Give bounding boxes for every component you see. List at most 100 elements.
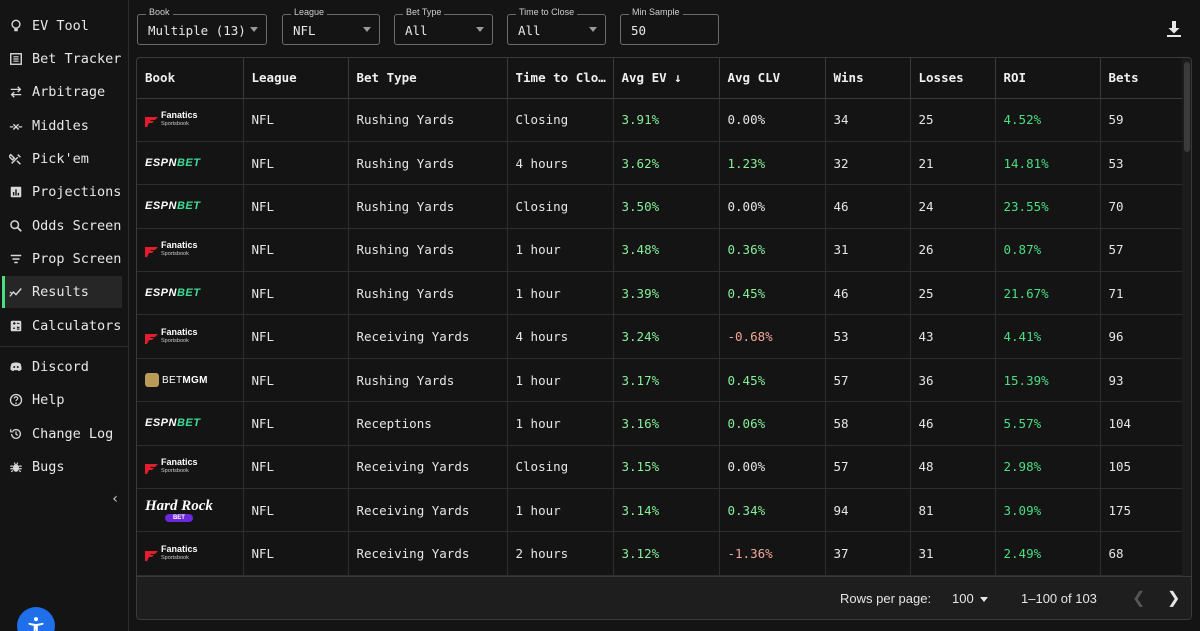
column-header-avg-ev[interactable]: Avg EV ↓	[613, 58, 720, 99]
sidebar-item-calculators[interactable]: Calculators	[2, 310, 122, 342]
wins-cell: 31	[825, 228, 911, 273]
sidebar-item-prop-screen[interactable]: Prop Screen	[2, 243, 122, 275]
sidebar-divider	[0, 346, 128, 347]
bet-type-cell: Rushing Yards	[348, 271, 508, 316]
scrollbar-thumb[interactable]	[1184, 62, 1190, 152]
bet-type-cell: Receiving Yards	[348, 445, 508, 490]
table-row[interactable]: ESPNBET NFL Receptions 1 hour 3.16% 0.06% 58 46…	[137, 401, 1186, 446]
sidebar-item-label: Middles	[32, 118, 89, 134]
book-filter[interactable]: Book Multiple (13)	[137, 7, 267, 45]
calculator-icon	[8, 318, 24, 334]
bug-icon	[8, 459, 24, 475]
book-cell: Hard Rock BET	[137, 488, 244, 533]
avg-clv-cell: 0.00%	[719, 98, 826, 142]
fanatics-logo: Fanatics Sportsbook	[145, 544, 242, 563]
sidebar-item-change-log[interactable]: Change Log	[2, 418, 122, 450]
league-cell: NFL	[243, 445, 349, 490]
table-row[interactable]: Fanatics Sportsbook NFL Rushing Yards Closin…	[137, 98, 1186, 142]
time-to-close-cell: Closing	[507, 445, 614, 490]
sidebar-item-label: EV Tool	[32, 18, 89, 34]
sidebar-item-label: Help	[32, 392, 65, 408]
prev-page-icon[interactable]: ❮	[1132, 588, 1145, 608]
time-to-close-cell: 1 hour	[507, 228, 614, 273]
column-header-time-to-clo[interactable]: Time to Clo…	[507, 58, 614, 99]
download-icon[interactable]	[1166, 20, 1182, 38]
chevron-down-icon[interactable]	[980, 597, 988, 602]
lightbulb-icon	[8, 18, 24, 34]
table-row[interactable]: Fanatics Sportsbook NFL Receiving Yards 4 ho…	[137, 314, 1186, 359]
losses-cell: 43	[910, 314, 996, 359]
column-header-league[interactable]: League	[243, 58, 349, 99]
column-header-roi[interactable]: ROI	[995, 58, 1101, 99]
fanatics-name: Fanatics	[161, 239, 198, 250]
collapse-sidebar-icon[interactable]: ‹	[111, 491, 119, 507]
search-icon	[8, 218, 24, 234]
fanatics-wordmark: Fanatics Sportsbook	[161, 327, 198, 346]
sidebar-item-results[interactable]: Results	[2, 276, 122, 308]
ledger-icon	[8, 51, 24, 67]
min-sample-field[interactable]: Min Sample 50	[620, 7, 719, 45]
sidebar-item-label: Change Log	[32, 426, 114, 442]
avg-clv-cell: 0.45%	[719, 271, 826, 316]
sidebar-item-arbitrage[interactable]: Arbitrage	[2, 76, 122, 108]
table-row[interactable]: ESPNBET NFL Rushing Yards 4 hours 3.62% 1.23%…	[137, 141, 1186, 186]
column-header-bets[interactable]: Bets	[1100, 58, 1186, 99]
wins-cell: 57	[825, 445, 911, 490]
fanatics-logo: Fanatics Sportsbook	[145, 110, 242, 129]
sidebar-item-pick-em[interactable]: Pick'em	[2, 143, 122, 175]
column-header-wins[interactable]: Wins	[825, 58, 911, 99]
column-header-avg-clv[interactable]: Avg CLV	[719, 58, 826, 99]
league-cell: NFL	[243, 141, 349, 186]
column-header-bet-type[interactable]: Bet Type	[348, 58, 508, 99]
bets-cell: 59	[1100, 98, 1186, 142]
sidebar-item-discord[interactable]: Discord	[2, 351, 122, 383]
sidebar-item-help[interactable]: Help	[2, 384, 122, 416]
sidebar-item-label: Pick'em	[32, 151, 89, 167]
sidebar-item-odds-screen[interactable]: Odds Screen	[2, 210, 122, 242]
table-row[interactable]: Hard Rock BET NFL Receiving Yards 1 hour 3.14…	[137, 488, 1186, 533]
avg-clv-cell: -0.68%	[719, 314, 826, 359]
sidebar-item-middles[interactable]: Middles	[2, 110, 122, 142]
table-row[interactable]: ESPNBET NFL Rushing Yards 1 hour 3.39% 0.45% 4…	[137, 271, 1186, 316]
column-header-book[interactable]: Book	[137, 58, 244, 99]
table-row[interactable]: Fanatics Sportsbook NFL Receiving Yards Clos…	[137, 445, 1186, 490]
bet-text: BET	[176, 157, 201, 170]
sidebar-item-ev-tool[interactable]: EV Tool	[2, 10, 122, 42]
league-filter[interactable]: League NFL	[282, 7, 380, 45]
roi-cell: 23.55%	[995, 184, 1101, 229]
league-cell: NFL	[243, 228, 349, 273]
time-to-close-cell: 1 hour	[507, 488, 614, 533]
table-header-row: Book League Bet Type Time to Clo… Avg EV ↓ Av…	[137, 58, 1186, 99]
book-filter-label: Book	[146, 7, 173, 17]
bet-text: BET	[176, 417, 201, 430]
bets-cell: 70	[1100, 184, 1186, 229]
next-page-icon[interactable]: ❯	[1167, 588, 1180, 608]
sidebar-item-bet-tracker[interactable]: Bet Tracker	[2, 43, 122, 75]
column-header-losses[interactable]: Losses	[910, 58, 996, 99]
sidebar-item-bugs[interactable]: Bugs	[2, 451, 122, 483]
mgm-text: MGM	[182, 374, 208, 386]
time-to-close-filter[interactable]: Time to Close All	[507, 7, 606, 45]
wins-cell: 32	[825, 141, 911, 186]
rows-per-page-select[interactable]: 100	[952, 591, 974, 606]
betmgm-logo: BETMGM	[145, 373, 242, 388]
book-cell: ESPNBET	[137, 141, 244, 186]
sidebar-item-projections[interactable]: Projections	[2, 176, 122, 208]
sidebar-item-label: Arbitrage	[32, 84, 106, 100]
losses-cell: 31	[910, 531, 996, 576]
table-row[interactable]: ESPNBET NFL Rushing Yards Closing 3.50% 0.00%…	[137, 184, 1186, 229]
losses-cell: 25	[910, 98, 996, 142]
book-cell: ESPNBET	[137, 271, 244, 316]
table-row[interactable]: Fanatics Sportsbook NFL Rushing Yards 1 hour…	[137, 228, 1186, 273]
table-row[interactable]: Fanatics Sportsbook NFL Receiving Yards 2 ho…	[137, 531, 1186, 576]
losses-cell: 36	[910, 358, 996, 403]
bet-type-filter[interactable]: Bet Type All	[394, 7, 493, 45]
betmgm-lion-icon	[145, 373, 159, 388]
hard-rock-text: Hard Rock	[145, 497, 213, 514]
vertical-scrollbar[interactable]	[1182, 58, 1191, 619]
bets-cell: 68	[1100, 531, 1186, 576]
wins-cell: 57	[825, 358, 911, 403]
losses-cell: 46	[910, 401, 996, 446]
table-row[interactable]: BETMGM NFL Rushing Yards 1 hour 3.17% 0.45% 57…	[137, 358, 1186, 403]
fanatics-mark-icon	[145, 549, 158, 561]
